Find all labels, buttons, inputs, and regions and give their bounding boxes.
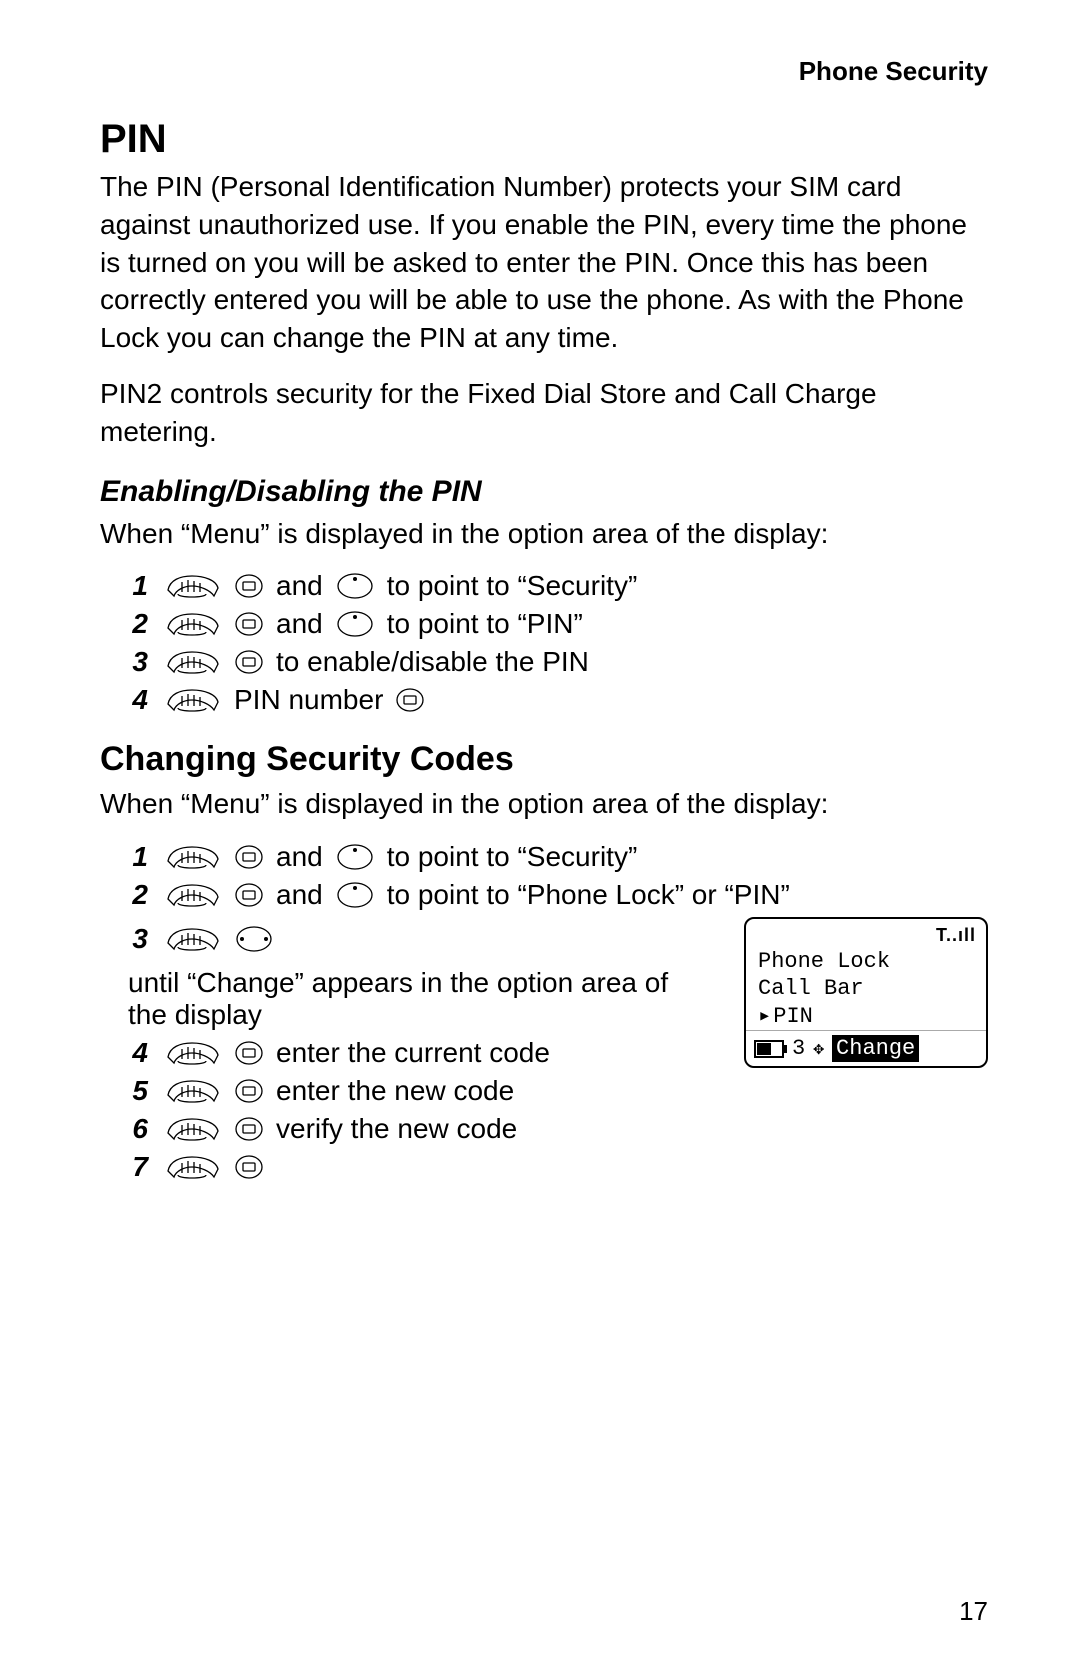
hand-icon	[164, 570, 222, 602]
step-number: 2	[128, 608, 148, 640]
softkey-icon	[395, 685, 425, 715]
step-text: until “Change” appears in the option are…	[128, 967, 688, 1031]
nav-side-icon	[234, 924, 274, 954]
step-row: 5 enter the new code	[128, 1075, 716, 1107]
softkey-icon	[234, 880, 264, 910]
step-number: 4	[128, 1037, 148, 1069]
step-number: 3	[128, 646, 148, 678]
step-number: 4	[128, 684, 148, 716]
step-row: 3 to enable/disable the PIN	[128, 646, 988, 678]
step-text: enter the new code	[276, 1075, 514, 1107]
phone-footer: 3 ✥ Change	[746, 1030, 986, 1066]
step-row: 2 and to point to “Phone Lock” or “PIN”	[128, 879, 988, 911]
footer-number: 3	[792, 1036, 805, 1061]
phone-menu-item-selected: PIN	[746, 1002, 986, 1030]
hand-icon	[164, 841, 222, 873]
phone-menu-item: Phone Lock	[746, 948, 986, 975]
hand-icon	[164, 1113, 222, 1145]
hand-icon	[164, 1037, 222, 1069]
step-text: to point to “Security”	[387, 841, 638, 873]
softkey-icon	[234, 609, 264, 639]
step-text: verify the new code	[276, 1113, 517, 1145]
softkey-icon	[234, 1114, 264, 1144]
step-text: and	[276, 879, 323, 911]
page-header: Phone Security	[100, 56, 988, 87]
step-number: 1	[128, 841, 148, 873]
step-row: 2 and to point to “PIN”	[128, 608, 988, 640]
change-steps: 1 and to point to “Security” 2 and to po…	[100, 841, 988, 1189]
softkey-icon	[234, 1152, 264, 1182]
step-number: 7	[128, 1151, 148, 1183]
nav-up-icon	[335, 609, 375, 639]
signal-icon: T..ıll	[746, 925, 986, 948]
step-row: 4 enter the current code	[128, 1037, 716, 1069]
step-number: 2	[128, 879, 148, 911]
step-text: and	[276, 841, 323, 873]
step-text: and	[276, 570, 323, 602]
hand-icon	[164, 923, 222, 955]
page-number: 17	[959, 1596, 988, 1627]
step-number: 5	[128, 1075, 148, 1107]
softkey-icon	[234, 647, 264, 677]
softkey-icon	[234, 842, 264, 872]
step-number: 3	[128, 923, 148, 955]
step-text: and	[276, 608, 323, 640]
change-heading: Changing Security Codes	[100, 740, 988, 779]
footer-softkey-label: Change	[832, 1035, 919, 1062]
step-text: to enable/disable the PIN	[276, 646, 589, 678]
pin-paragraph-2: PIN2 controls security for the Fixed Dia…	[100, 375, 988, 451]
hand-icon	[164, 646, 222, 678]
hand-icon	[164, 1075, 222, 1107]
step-row: 7	[128, 1151, 716, 1183]
step-row: 1 and to point to “Security”	[128, 570, 988, 602]
step-text: PIN number	[234, 684, 383, 716]
enable-steps: 1 and to point to “Security” 2 and to po…	[100, 570, 988, 716]
nav-up-icon	[335, 571, 375, 601]
hand-icon	[164, 879, 222, 911]
step-number: 1	[128, 570, 148, 602]
phone-screen-mock: T..ıll Phone Lock Call Bar PIN 3 ✥ Chang…	[744, 917, 988, 1068]
step-text: to point to “Security”	[387, 570, 638, 602]
enable-intro: When “Menu” is displayed in the option a…	[100, 515, 988, 553]
pin-paragraph-1: The PIN (Personal Identification Number)…	[100, 168, 988, 357]
nav-up-icon	[335, 880, 375, 910]
nav-up-icon	[335, 842, 375, 872]
enable-heading: Enabling/Disabling the PIN	[100, 475, 988, 509]
step-text: to point to “Phone Lock” or “PIN”	[387, 879, 790, 911]
softkey-icon	[234, 571, 264, 601]
step-number: 6	[128, 1113, 148, 1145]
step-text: to point to “PIN”	[387, 608, 583, 640]
pin-heading: PIN	[100, 117, 988, 162]
battery-icon	[754, 1040, 784, 1058]
softkey-icon	[234, 1076, 264, 1106]
hand-icon	[164, 608, 222, 640]
change-intro: When “Menu” is displayed in the option a…	[100, 785, 988, 823]
hand-icon	[164, 1151, 222, 1183]
step-row: 4 PIN number	[128, 684, 988, 716]
step-row: 1 and to point to “Security”	[128, 841, 988, 873]
phone-menu-item: Call Bar	[746, 975, 986, 1002]
step-row: 3 until “Change” appears in the option a…	[128, 923, 716, 1031]
step-text: enter the current code	[276, 1037, 550, 1069]
nav-diamond-icon: ✥	[813, 1038, 824, 1060]
hand-icon	[164, 684, 222, 716]
softkey-icon	[234, 1038, 264, 1068]
step-row: 6 verify the new code	[128, 1113, 716, 1145]
